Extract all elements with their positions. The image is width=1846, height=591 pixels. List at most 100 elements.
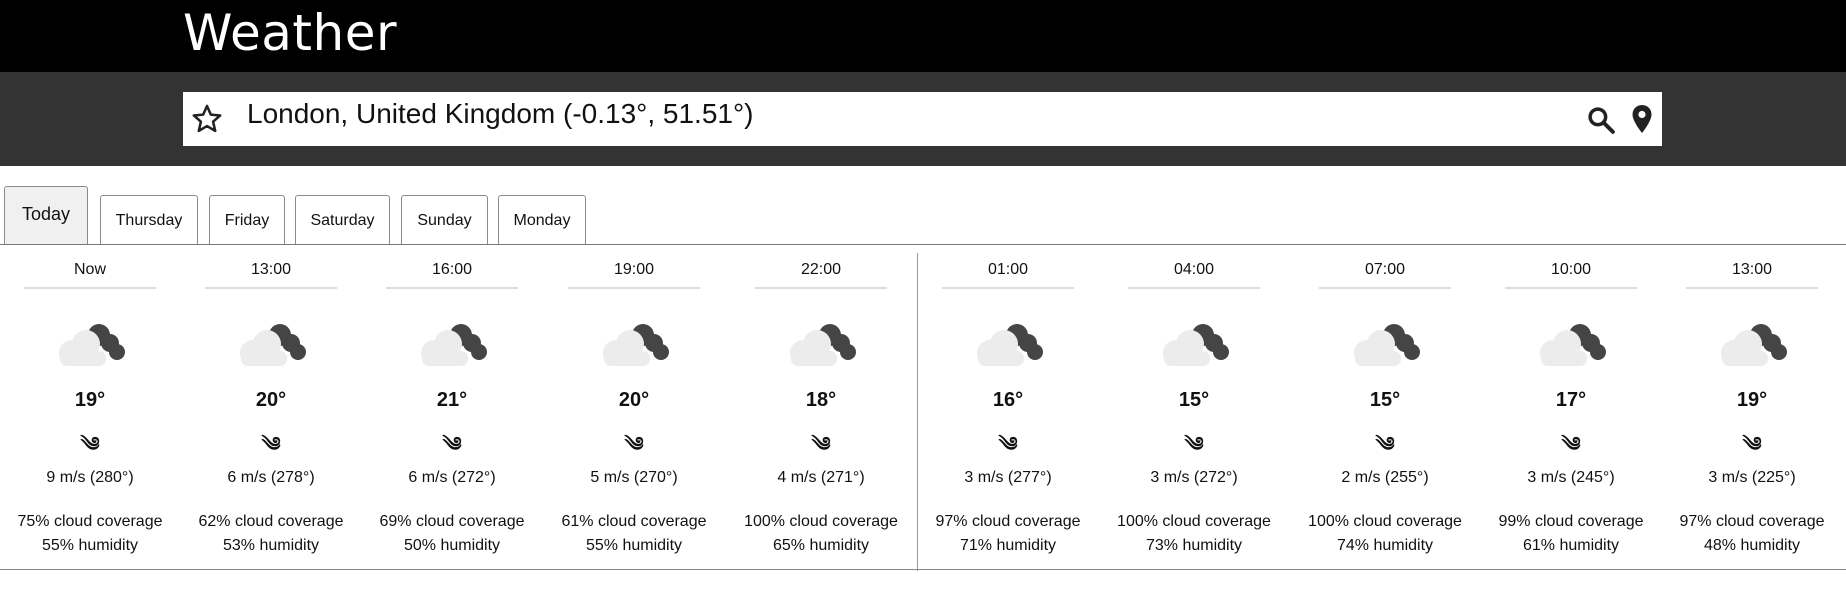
forecast-column: 16:00 21° ༄ 6 m/s (272°) 69% cloud coverage 5… [357,253,547,569]
forecast-temperature: 15° [1369,389,1401,411]
partly-cloudy-night-icon [1154,317,1234,367]
forecast-humidity: 48% humidity [1703,537,1801,554]
partly-cloudy-night-icon [412,317,492,367]
forecast-wind: 6 m/s (278°) [227,469,315,486]
tab-sunday[interactable]: Sunday [401,195,488,244]
time-underline [942,287,1074,289]
forecast-cloud-coverage: 61% cloud coverage [561,513,707,530]
forecast-time: 13:00 [1731,261,1773,278]
location-pin-icon[interactable] [1630,104,1654,134]
forecast-humidity: 55% humidity [585,537,683,554]
forecast-cloud-coverage: 62% cloud coverage [198,513,344,530]
wind-icon: ༄ [1184,434,1204,456]
wind-icon: ༄ [811,434,831,456]
forecast-wind: 5 m/s (270°) [590,469,678,486]
partly-cloudy-night-icon [968,317,1048,367]
forecast-time: 13:00 [250,261,292,278]
time-underline [755,287,887,289]
wind-icon: ༄ [1742,434,1762,456]
wind-icon: ༄ [1561,434,1581,456]
forecast-time: 07:00 [1364,261,1406,278]
forecast-temperature: 19° [1736,389,1768,411]
forecast-wind: 3 m/s (225°) [1708,469,1796,486]
wind-icon: ༄ [998,434,1018,456]
partly-cloudy-night-icon [231,317,311,367]
time-underline [1686,287,1818,289]
wind-icon: ༄ [80,434,100,456]
tab-saturday[interactable]: Saturday [295,195,390,244]
forecast-cloud-coverage: 75% cloud coverage [17,513,163,530]
forecast-humidity: 74% humidity [1336,537,1434,554]
time-underline [386,287,518,289]
forecast-cloud-coverage: 100% cloud coverage [1117,513,1271,530]
tab-friday[interactable]: Friday [209,195,285,244]
forecast-cloud-coverage: 100% cloud coverage [1308,513,1462,530]
forecast-humidity: 50% humidity [403,537,501,554]
forecast-cloud-coverage: 97% cloud coverage [1679,513,1825,530]
app-header: Weather [0,0,1846,72]
forecast-wind: 3 m/s (272°) [1150,469,1238,486]
partly-cloudy-night-icon [1712,317,1792,367]
time-underline [568,287,700,289]
app-title: Weather [183,4,398,62]
tab-today[interactable]: Today [4,186,88,245]
time-underline [24,287,156,289]
partly-cloudy-night-icon [1531,317,1611,367]
forecast-temperature: 18° [805,389,837,411]
wind-icon: ༄ [261,434,281,456]
time-underline [1128,287,1260,289]
forecast-column: 07:00 15° ༄ 2 m/s (255°) 100% cloud coverage… [1290,253,1480,569]
time-underline [1505,287,1637,289]
forecast-temperature: 20° [255,389,287,411]
time-underline [205,287,337,289]
day-divider [917,253,918,571]
forecast-wind: 6 m/s (272°) [408,469,496,486]
forecast-wind: 9 m/s (280°) [46,469,134,486]
forecast-wind: 3 m/s (277°) [964,469,1052,486]
forecast-temperature: 17° [1555,389,1587,411]
forecast-humidity: 65% humidity [772,537,870,554]
forecast-humidity: 55% humidity [41,537,139,554]
forecast-time: Now [73,261,106,278]
partly-cloudy-night-icon [50,317,130,367]
partly-cloudy-night-icon [594,317,674,367]
forecast-humidity: 61% humidity [1522,537,1620,554]
forecast-wind: 2 m/s (255°) [1341,469,1429,486]
forecast-column: 10:00 17° ༄ 3 m/s (245°) 99% cloud coverage 6… [1476,253,1666,569]
tab-monday[interactable]: Monday [498,195,586,244]
forecast-column: 22:00 18° ༄ 4 m/s (271°) 100% cloud coverage… [726,253,916,569]
time-underline [1319,287,1451,289]
forecast-bottom-border [0,569,1846,570]
forecast-time: 19:00 [613,261,655,278]
forecast-time: 01:00 [987,261,1029,278]
forecast-wind: 3 m/s (245°) [1527,469,1615,486]
favorite-star-icon[interactable] [190,102,224,136]
forecast-temperature: 16° [992,389,1024,411]
forecast-time: 16:00 [431,261,473,278]
location-input[interactable]: London, United Kingdom (-0.13°, 51.51°) [247,98,754,130]
forecast-cloud-coverage: 69% cloud coverage [379,513,525,530]
forecast-column: 13:00 20° ༄ 6 m/s (278°) 62% cloud coverage 5… [176,253,366,569]
forecast-temperature: 21° [436,389,468,411]
forecast-humidity: 71% humidity [959,537,1057,554]
wind-icon: ༄ [1375,434,1395,456]
forecast-column: 01:00 16° ༄ 3 m/s (277°) 97% cloud coverage 7… [913,253,1103,569]
forecast-cloud-coverage: 100% cloud coverage [744,513,898,530]
forecast-wind: 4 m/s (271°) [777,469,865,486]
forecast-humidity: 73% humidity [1145,537,1243,554]
search-icon[interactable] [1586,105,1616,135]
wind-icon: ༄ [442,434,462,456]
forecast-column: 19:00 20° ༄ 5 m/s (270°) 61% cloud coverage 5… [539,253,729,569]
forecast-temperature: 20° [618,389,650,411]
tabs-divider [0,244,1846,245]
forecast-column: 13:00 19° ༄ 3 m/s (225°) 97% cloud coverage 4… [1657,253,1846,569]
forecast-time: 10:00 [1550,261,1592,278]
tab-thursday[interactable]: Thursday [100,195,198,244]
forecast-temperature: 15° [1178,389,1210,411]
forecast-humidity: 53% humidity [222,537,320,554]
partly-cloudy-night-icon [1345,317,1425,367]
forecast-temperature: 19° [74,389,106,411]
forecast-time: 22:00 [800,261,842,278]
wind-icon: ༄ [624,434,644,456]
forecast-column: 04:00 15° ༄ 3 m/s (272°) 100% cloud coverage… [1099,253,1289,569]
